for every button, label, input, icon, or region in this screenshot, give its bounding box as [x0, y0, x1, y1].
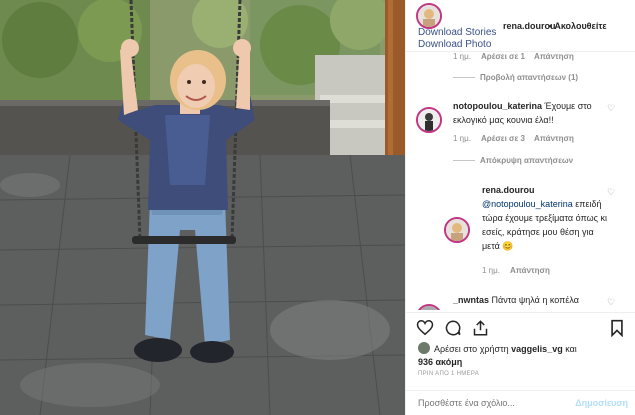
likes-count[interactable]: 936 ακόμη [418, 357, 462, 367]
replies-divider [453, 77, 475, 78]
share-icon[interactable] [472, 319, 489, 342]
reply-button[interactable]: Απάντηση [510, 266, 550, 275]
reply-time: 1 ημ. [482, 266, 500, 275]
avatar-image [446, 219, 468, 241]
download-photo-link[interactable]: Download Photo [418, 39, 491, 50]
comments-list[interactable]: 1 ημ. Αρέσει σε 1 Απάντηση Προβολή απαντ… [406, 52, 635, 310]
likes-prefix: Αρέσει στο χρήστη [434, 344, 509, 354]
comment-likes[interactable]: Αρέσει σε 3 [481, 134, 525, 143]
add-comment-input[interactable] [418, 398, 558, 408]
reply-likes[interactable]: Αρέσει σε 1 [481, 52, 525, 61]
share-icon-svg [473, 320, 488, 336]
post-side-panel: Download Stories Download Photo rena.dou… [405, 0, 635, 415]
follow-label: Ακολουθείτε [554, 21, 607, 31]
comment-body: Πάντα ψηλά η κοπέλα [491, 295, 579, 305]
comment-text: _nwntas Πάντα ψηλά η κοπέλα [453, 293, 603, 307]
post-date: ΠΡΙΝ ΑΠΟ 1 ΗΜΕΡΑ [418, 371, 480, 377]
hide-replies-button[interactable]: Απόκρυψη απαντήσεων [480, 156, 573, 165]
avatar-image [418, 5, 440, 27]
likes-and: και [565, 344, 577, 354]
reply-button[interactable]: Απάντηση [534, 52, 574, 61]
heart-icon-svg [416, 319, 434, 336]
comment-username[interactable]: notopoulou_katerina [453, 101, 542, 111]
replier-avatar[interactable] [444, 217, 470, 243]
reply-text: rena.dourou @notopoulou_katerina επειδή … [482, 183, 610, 253]
comment-username[interactable]: _nwntas [453, 295, 489, 305]
liker-username[interactable]: vaggelis_vg [511, 344, 563, 354]
replies-divider [453, 160, 475, 161]
smile-emoji: 😊 [502, 241, 514, 251]
header-username[interactable]: rena.dourou [503, 21, 556, 31]
post-actions-bar [406, 312, 635, 342]
liker-avatar[interactable] [418, 342, 430, 354]
add-comment-bar: Δημοσίευση [406, 390, 635, 415]
download-stories-link[interactable]: Download Stories [418, 27, 496, 38]
post-header: Download Stories Download Photo rena.dou… [406, 0, 635, 52]
post-comment-button[interactable]: Δημοσίευση [575, 398, 628, 408]
reply-username[interactable]: rena.dourou [482, 185, 535, 195]
comment-icon-svg [445, 320, 461, 336]
post-photo[interactable] [0, 0, 405, 415]
comment-reply-button[interactable]: Απάντηση [534, 134, 574, 143]
likes-summary: Αρέσει στο χρήστη vaggelis_vg και 936 ακ… [418, 342, 628, 369]
commenter-avatar[interactable] [416, 107, 442, 133]
follow-status[interactable]: • Ακολουθείτε [549, 21, 607, 31]
woman-on-swing-photo [0, 0, 405, 415]
commenter-avatar[interactable] [416, 304, 442, 310]
reply-like-heart-icon[interactable]: ♡ [607, 187, 615, 198]
avatar-image [418, 306, 440, 310]
separator-dot: • [549, 21, 553, 31]
bookmark-icon-svg [611, 319, 623, 338]
comment-icon[interactable] [444, 319, 462, 342]
comment-text: notopoulou_katerina Έχουμε στο εκλογικό … [453, 99, 603, 127]
comment-time: 1 ημ. [453, 134, 471, 143]
reply-time: 1 ημ. [453, 52, 471, 61]
user-avatar[interactable] [416, 3, 442, 29]
heart-icon[interactable] [416, 319, 434, 341]
comment-like-heart-icon[interactable]: ♡ [607, 103, 615, 114]
avatar-image [418, 109, 440, 131]
reply-mention[interactable]: @notopoulou_katerina [482, 199, 573, 209]
view-replies-button[interactable]: Προβολή απαντήσεων (1) [480, 73, 578, 82]
comment-like-heart-icon[interactable]: ♡ [607, 297, 615, 308]
bookmark-icon[interactable] [610, 319, 624, 342]
